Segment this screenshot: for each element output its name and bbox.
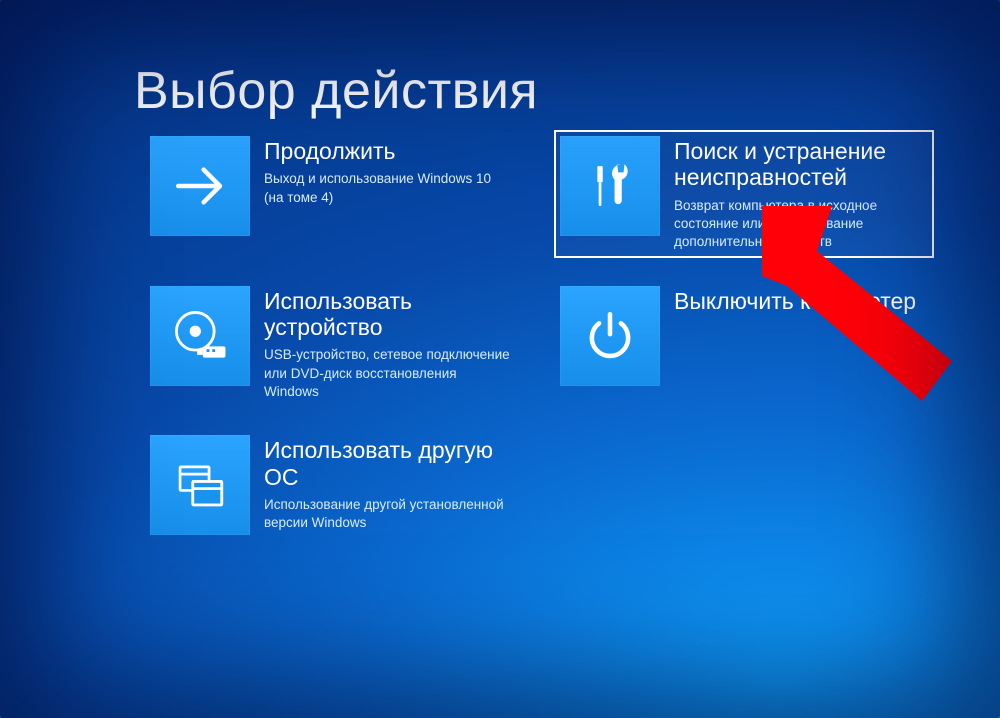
tile-desc: Возврат компьютера в исходное состояние … (674, 197, 924, 252)
tile-title: Использовать другую ОС (264, 437, 518, 490)
device-disc-usb-icon (150, 286, 250, 386)
tools-icon (560, 136, 660, 236)
tile-use-other-os[interactable]: Использовать другую ОС Использование дру… (144, 429, 524, 541)
tile-text: Продолжить Выход и использование Windows… (264, 136, 518, 207)
page-title: Выбор действия (134, 61, 538, 121)
tile-text: Использовать другую ОС Использование дру… (264, 435, 518, 532)
tile-grid: Продолжить Выход и использование Windows… (144, 130, 934, 541)
windows-overlap-icon (150, 435, 250, 535)
tile-title: Выключить компьютер (674, 288, 928, 314)
tile-use-device[interactable]: Использовать устройство USB-устройство, … (144, 280, 524, 408)
tile-title: Продолжить (264, 138, 518, 164)
power-icon (560, 286, 660, 386)
tile-title: Использовать устройство (264, 288, 518, 341)
tile-desc: USB-устройство, сетевое подключение или … (264, 346, 514, 401)
tile-troubleshoot[interactable]: Поиск и устранение неисправностей Возвра… (554, 130, 934, 258)
tile-text: Использовать устройство USB-устройство, … (264, 286, 518, 402)
tile-text: Поиск и устранение неисправностей Возвра… (674, 136, 928, 252)
tile-text: Выключить компьютер (674, 286, 928, 320)
tile-shutdown[interactable]: Выключить компьютер (554, 280, 934, 408)
tile-continue[interactable]: Продолжить Выход и использование Windows… (144, 130, 524, 258)
arrow-right-icon (150, 136, 250, 236)
tile-desc: Использование другой установленной верси… (264, 496, 514, 532)
tile-desc: Выход и использование Windows 10 (на том… (264, 170, 514, 206)
tile-title: Поиск и устранение неисправностей (674, 138, 928, 191)
